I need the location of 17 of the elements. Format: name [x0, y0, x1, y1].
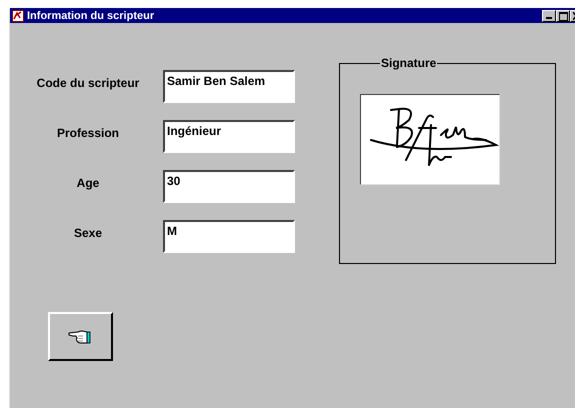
group-title: Signature: [380, 56, 438, 70]
minimize-icon: [546, 16, 552, 18]
pointing-hand-button[interactable]: [48, 312, 113, 361]
field-label: Sexe: [72, 225, 104, 240]
maximize-button[interactable]: [556, 10, 570, 22]
input-field[interactable]: Samir Ben Salem: [163, 70, 295, 103]
app-icon: [12, 10, 24, 22]
field-label: Code du scripteur: [36, 75, 140, 90]
maximize-icon: [558, 12, 568, 20]
minimize-button[interactable]: [542, 10, 556, 22]
input-field[interactable]: M: [163, 220, 295, 253]
input-field[interactable]: Ingénieur: [163, 120, 295, 153]
field-label: Profession: [56, 125, 120, 140]
window-title: Information du scripteur: [27, 10, 156, 22]
pointing-hand-icon: [68, 328, 94, 344]
input-field[interactable]: 30: [163, 170, 295, 203]
field-label: Age: [76, 175, 100, 190]
